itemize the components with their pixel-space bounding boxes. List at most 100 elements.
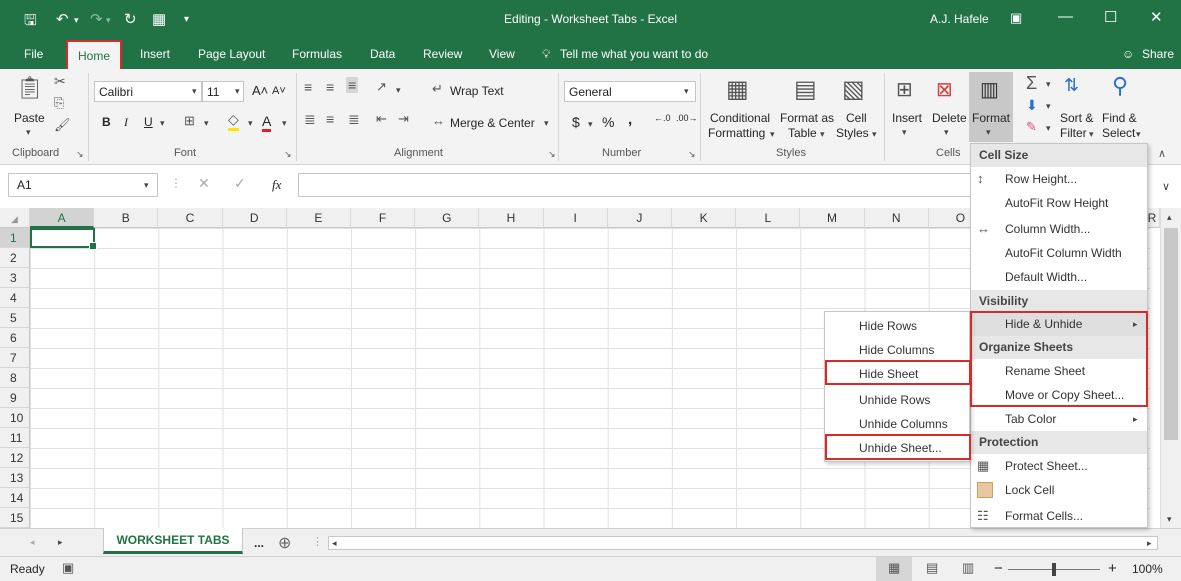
new-sheet-icon[interactable]: ⊕ [278,533,291,553]
autosum-dropdown-icon[interactable]: ▾ [1046,79,1051,90]
font-color-dropdown-icon[interactable]: ▾ [282,118,287,129]
user-name[interactable]: A.J. Hafele [930,12,989,26]
more-sheets-button[interactable]: ... [254,536,264,550]
conditional-formatting-icon[interactable]: ▦ [726,75,749,104]
column-header-f[interactable]: F [351,208,416,228]
column-header-b[interactable]: B [94,208,159,228]
underline-button[interactable]: U [144,115,153,129]
close-icon[interactable]: ✕ [1150,8,1163,26]
page-break-view-icon[interactable]: ▥ [962,560,974,576]
column-header-g[interactable]: G [415,208,480,228]
conditional-formatting-label-2[interactable]: Formatting [708,126,765,140]
delete-cells-icon[interactable]: ⊠ [936,77,953,102]
share-button[interactable]: Share [1142,47,1174,61]
find-select-dropdown-icon[interactable]: ▾ [1136,129,1141,140]
conditional-formatting-dropdown-icon[interactable]: ▾ [770,129,775,140]
number-format-dropdown-icon[interactable]: ▾ [684,86,689,97]
next-sheet-icon[interactable]: ▸ [58,537,63,548]
insert-dropdown-icon[interactable]: ▾ [902,127,907,138]
borders-dropdown-icon[interactable]: ▾ [204,118,209,129]
scroll-right-icon[interactable]: ▸ [1147,538,1152,549]
row-header-2[interactable]: 2 [0,248,30,268]
expand-formula-bar-icon[interactable]: ∨ [1162,180,1170,193]
zoom-in-button[interactable]: + [1108,560,1117,577]
minimize-icon[interactable]: — [1058,8,1073,25]
select-all-corner[interactable]: ◢ [0,208,30,228]
row-header-1[interactable]: 1 [0,228,30,248]
menu-item-unhide-rows[interactable]: Unhide Rows [859,393,930,407]
format-as-table-label[interactable]: Format as [780,111,834,125]
merge-center-dropdown-icon[interactable]: ▾ [544,118,549,129]
find-select-icon[interactable]: ⚲ [1112,73,1128,99]
find-select-label[interactable]: Find & [1102,111,1137,125]
tab-review[interactable]: Review [423,47,462,61]
column-header-e[interactable]: E [286,208,351,228]
sort-filter-dropdown-icon[interactable]: ▾ [1089,129,1094,140]
format-dropdown-icon[interactable]: ▾ [986,127,991,138]
tab-home[interactable]: Home [66,40,123,69]
number-format-box[interactable]: General [564,81,696,102]
row-header-9[interactable]: 9 [0,388,30,408]
scroll-left-icon[interactable]: ◂ [332,538,337,549]
column-header-m[interactable]: M [800,208,865,228]
find-select-label-2[interactable]: Select [1102,126,1135,140]
horizontal-scrollbar[interactable]: ◂ ▸ [328,536,1158,550]
zoom-out-button[interactable]: − [994,560,1003,577]
cell-styles-icon[interactable]: ▧ [842,75,865,104]
cell-styles-label-2[interactable]: Styles [836,126,869,140]
underline-dropdown-icon[interactable]: ▾ [160,118,165,129]
fill-icon[interactable]: ⬇ [1026,97,1038,114]
menu-item-protect-sheet[interactable]: Protect Sheet... [1005,459,1088,473]
vertical-scrollbar[interactable]: ▴ ▾ [1160,208,1181,528]
menu-item-tab-color[interactable]: Tab Color [1005,412,1056,426]
format-button[interactable]: Format [972,111,1010,125]
percent-button[interactable]: % [602,114,614,130]
menu-item-lock-cell[interactable]: Lock Cell [1005,483,1054,497]
row-header-11[interactable]: 11 [0,428,30,448]
scroll-up-icon[interactable]: ▴ [1167,212,1172,223]
menu-item-hide-columns[interactable]: Hide Columns [859,343,934,357]
align-bottom-icon[interactable]: ≡ [346,77,359,93]
zoom-slider-thumb[interactable] [1052,563,1056,576]
menu-item-autofit-column-width[interactable]: AutoFit Column Width [1005,246,1122,260]
clear-dropdown-icon[interactable]: ▾ [1046,123,1051,134]
conditional-formatting-label[interactable]: Conditional [710,111,770,125]
format-as-table-icon[interactable]: ▤ [794,75,817,104]
column-header-j[interactable]: J [607,208,672,228]
increase-decimal-icon[interactable]: ←.0 [654,113,671,123]
cancel-entry-icon[interactable]: ✕ [198,175,210,192]
grow-font-icon[interactable]: A˄ [252,83,268,98]
row-header-8[interactable]: 8 [0,368,30,388]
clipboard-launcher-icon[interactable]: ↘ [76,149,84,160]
increase-indent-icon[interactable]: ⇥ [398,111,409,127]
share-icon[interactable]: ☺ [1122,47,1134,61]
sheet-tab-worksheet-tabs[interactable]: WORKSHEET TABS [103,528,243,554]
cell-styles-dropdown-icon[interactable]: ▾ [872,129,877,140]
column-header-h[interactable]: H [479,208,544,228]
tab-file[interactable]: File [24,47,43,61]
tell-me-box[interactable]: Tell me what you want to do [560,47,708,61]
font-color-icon[interactable]: A [262,113,272,132]
format-cells-icon[interactable]: ▥ [980,77,999,102]
ribbon-display-icon[interactable]: ▣ [1010,10,1022,26]
comma-button[interactable]: , [628,111,632,128]
wrap-text-button[interactable]: Wrap Text [450,84,504,98]
fill-color-icon[interactable]: ◇ [228,111,239,131]
menu-item-hide-rows[interactable]: Hide Rows [859,319,917,333]
fill-color-dropdown-icon[interactable]: ▾ [248,118,253,129]
row-header-3[interactable]: 3 [0,268,30,288]
zoom-level[interactable]: 100% [1132,562,1163,576]
italic-button[interactable]: I [124,115,128,130]
menu-item-column-width[interactable]: Column Width... [1005,222,1090,236]
clear-icon[interactable]: ✎ [1026,119,1037,135]
row-header-10[interactable]: 10 [0,408,30,428]
alignment-launcher-icon[interactable]: ↘ [548,149,556,160]
sort-filter-icon[interactable]: ⇅ [1064,75,1079,96]
paste-dropdown-icon[interactable]: ▾ [26,127,31,138]
format-painter-icon[interactable]: 🖌︎ [54,117,71,133]
sort-filter-label[interactable]: Sort & [1060,111,1093,125]
paste-icon[interactable]: 📋︎ [16,75,44,101]
copy-icon[interactable]: ⎘ [54,95,64,111]
macro-record-icon[interactable]: ▣ [62,560,74,576]
decrease-decimal-icon[interactable]: .00→ [676,113,698,123]
